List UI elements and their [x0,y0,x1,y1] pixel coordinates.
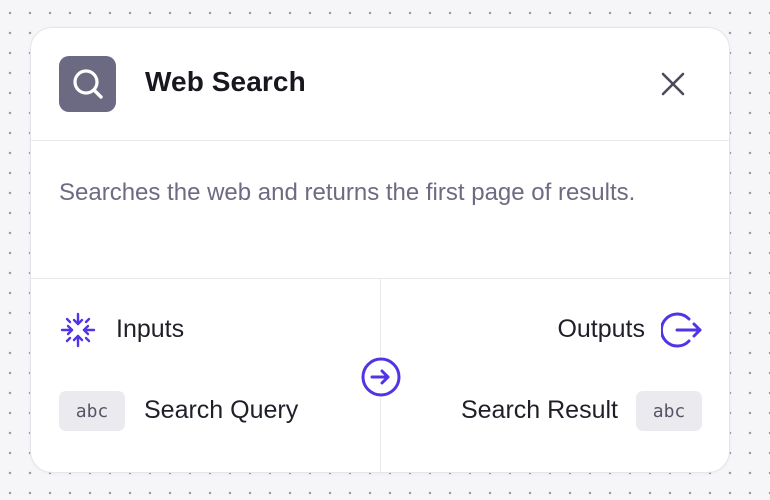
node-header: Web Search [31,28,729,141]
exit-arrow-icon [661,312,702,348]
io-section: Inputs abc Search Query Outputs Search R… [31,278,729,474]
collapse-arrows-icon [60,312,96,348]
output-type-badge: abc [636,391,702,431]
search-icon [59,56,116,112]
input-field-search-query[interactable]: Search Query [144,396,298,425]
outputs-heading: Outputs [557,315,645,343]
arrow-right-circle-icon [360,356,402,398]
web-search-node-card[interactable]: Web Search Searches the web and returns … [30,27,730,474]
node-title: Web Search [145,66,306,97]
close-icon [661,72,685,96]
close-button[interactable] [657,68,689,100]
output-field-search-result[interactable]: Search Result [461,396,618,425]
input-type-badge: abc [59,391,125,431]
inputs-heading: Inputs [116,315,185,343]
node-description: Searches the web and returns the first p… [59,179,636,206]
